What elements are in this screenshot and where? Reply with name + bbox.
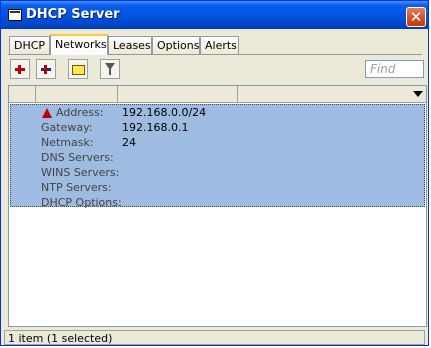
close-icon: ✕ — [409, 8, 423, 26]
chevron-down-icon[interactable] — [409, 86, 426, 102]
tab-options[interactable]: Options — [152, 36, 200, 54]
status-bar: 1 item (1 selected) — [4, 330, 425, 345]
window-icon — [8, 9, 22, 21]
network-warning-icon — [42, 108, 52, 118]
filter-button[interactable] — [100, 59, 120, 79]
column-header-field[interactable] — [36, 86, 118, 102]
tab-leases[interactable]: Leases — [108, 36, 152, 54]
title-bar[interactable]: DHCP Server ✕ — [1, 1, 428, 29]
field-label-netmask: Netmask: — [41, 136, 94, 149]
plus-icon — [11, 60, 29, 78]
networks-list[interactable]: Address: 192.168.0.0/24 Gateway: 192.168… — [8, 85, 427, 327]
remove-button[interactable] — [36, 59, 56, 79]
field-label-gateway: Gateway: — [41, 121, 93, 134]
window-title: DHCP Server — [26, 7, 120, 22]
field-value-address: 192.168.0.0/24 — [122, 106, 207, 119]
tab-dhcp[interactable]: DHCP — [9, 36, 50, 54]
column-header-value[interactable] — [118, 86, 238, 102]
list-header — [9, 86, 426, 103]
field-value-netmask: 24 — [122, 136, 136, 149]
column-header-flags[interactable] — [9, 86, 36, 102]
note-icon — [72, 65, 85, 75]
filter-icon — [105, 63, 115, 75]
field-value-gateway: 192.168.0.1 — [122, 121, 189, 134]
dhcp-server-window: DHCP Server ✕ DHCP Networks Leases Optio… — [0, 0, 429, 346]
field-label-wins-servers: WINS Servers: — [41, 166, 120, 179]
tab-networks[interactable]: Networks — [50, 34, 108, 55]
add-button[interactable] — [10, 59, 30, 79]
field-label-dhcp-options: DHCP Options: — [41, 196, 122, 209]
column-header-extra[interactable] — [238, 86, 409, 102]
minus-icon — [37, 60, 55, 78]
comment-button[interactable] — [68, 59, 88, 79]
field-label-dns-servers: DNS Servers: — [41, 151, 114, 164]
field-label-ntp-servers: NTP Servers: — [41, 181, 112, 194]
tab-alerts[interactable]: Alerts — [200, 36, 239, 54]
table-row[interactable]: Address: 192.168.0.0/24 Gateway: 192.168… — [10, 104, 425, 209]
find-input[interactable]: Find — [365, 60, 424, 78]
close-button[interactable]: ✕ — [406, 7, 426, 27]
field-label-address: Address: — [56, 106, 104, 119]
